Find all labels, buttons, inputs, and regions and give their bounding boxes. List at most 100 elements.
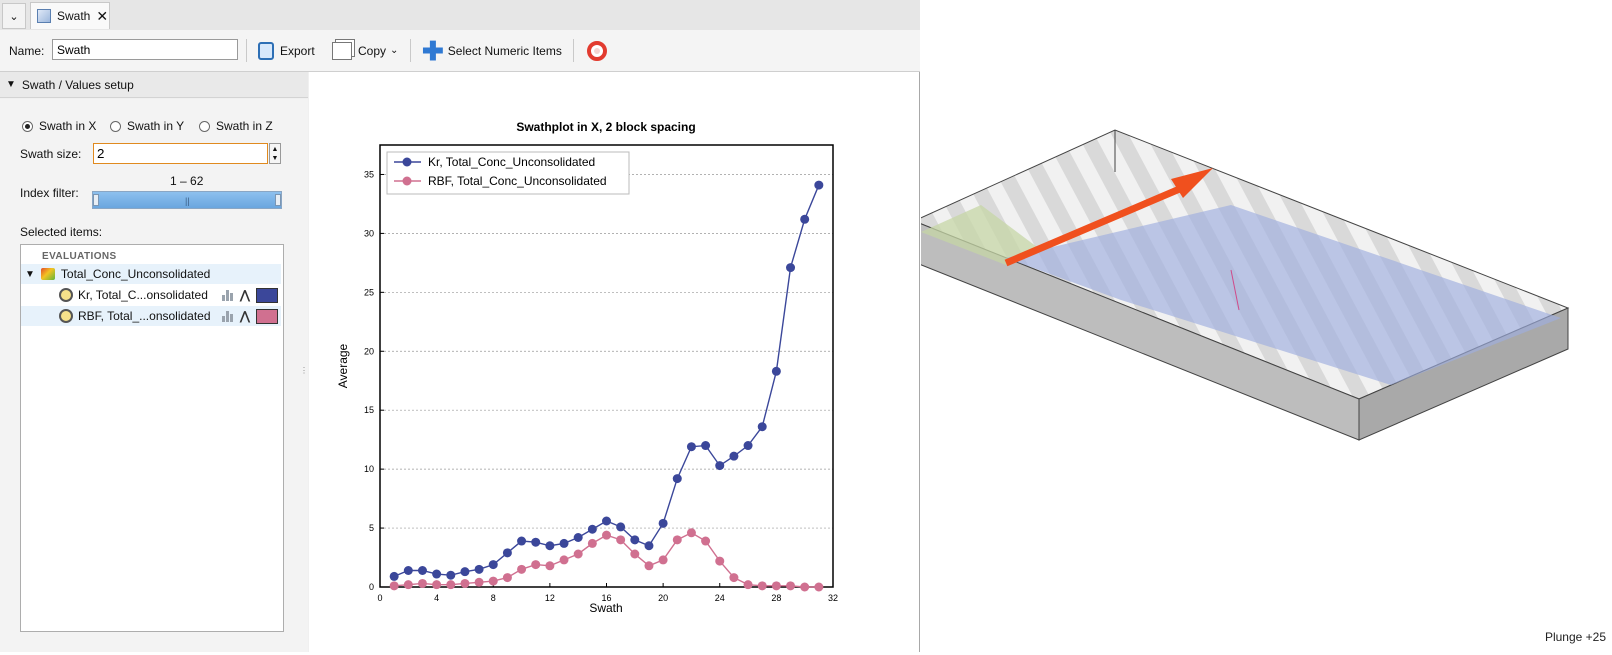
data-point: [545, 541, 555, 551]
expand-triangle-icon[interactable]: ▼: [25, 269, 35, 280]
swath-panel: ⌄ Swath ✕ Name: Export Copy ⌄ ✚ Select N…: [0, 0, 920, 652]
swath-size-input[interactable]: [93, 143, 268, 164]
plus-icon: ✚: [422, 35, 444, 66]
slider-handle-min[interactable]: [93, 194, 99, 206]
block-model-scene: [912, 129, 1570, 441]
export-button[interactable]: Export: [258, 30, 315, 71]
tab-title: Swath: [57, 9, 91, 23]
x-tick-label: 24: [715, 593, 725, 603]
data-point: [517, 536, 527, 546]
data-point: [686, 528, 696, 538]
data-point: [488, 576, 498, 586]
data-point: [786, 263, 796, 273]
radio-swath-z[interactable]: Swath in Z: [199, 119, 273, 133]
data-point: [417, 565, 427, 575]
x-tick-label: 4: [434, 593, 439, 603]
slider-grip-icon: ||: [185, 196, 190, 206]
swath-size-label: Swath size:: [20, 147, 82, 161]
data-point: [814, 582, 824, 592]
y-tick-label: 10: [364, 464, 374, 474]
copy-label: Copy: [358, 43, 387, 58]
toolbar: Name: Export Copy ⌄ ✚ Select Numeric Ite…: [0, 30, 920, 72]
section-header[interactable]: ▼ Swath / Values setup: [0, 72, 308, 98]
x-tick-label: 32: [828, 593, 838, 603]
tab-swath[interactable]: Swath ✕: [30, 2, 110, 29]
legend-marker-kr: [402, 157, 412, 167]
data-point: [531, 560, 541, 570]
chart-title: Swathplot in X, 2 block spacing: [516, 120, 695, 134]
data-point: [573, 549, 583, 559]
data-point: [587, 538, 597, 548]
index-filter-slider[interactable]: ||: [92, 191, 282, 209]
help-lifebuoy-icon: [587, 40, 607, 61]
tree-category-label: EVALUATIONS: [42, 251, 117, 262]
data-point: [616, 522, 626, 532]
data-point: [531, 537, 541, 547]
close-icon[interactable]: ✕: [96, 8, 108, 25]
slider-handle-max[interactable]: [275, 194, 281, 206]
data-point: [446, 570, 456, 580]
tree-item-parent[interactable]: ▼ Total_Conc_Unconsolidated: [21, 264, 281, 284]
tree-item-label: Total_Conc_Unconsolidated: [60, 267, 211, 281]
x-tick-label: 16: [601, 593, 611, 603]
tree-item-label: Kr, Total_C...onsolidated: [78, 288, 208, 302]
radio-swath-y[interactable]: Swath in Y: [110, 119, 184, 133]
color-swatch[interactable]: [255, 287, 278, 303]
chevron-down-icon: ⌄: [390, 45, 399, 56]
data-point: [559, 555, 569, 565]
radio-dot: [199, 120, 210, 132]
chart-area: Swathplot in X, 2 block spacing Swath Av…: [309, 72, 919, 652]
copy-button[interactable]: Copy ⌄: [332, 30, 398, 71]
radio-dot: [22, 120, 33, 132]
data-point: [432, 580, 442, 590]
3d-viewer[interactable]: Plunge +25: [912, 0, 1612, 652]
tab-bar: ⌄ Swath ✕: [0, 0, 920, 31]
splitter-grip-icon[interactable]: ⋮: [300, 366, 308, 375]
data-point: [432, 569, 442, 579]
select-numeric-items-button[interactable]: ✚ Select Numeric Items: [422, 30, 562, 71]
select-numeric-items-label: Select Numeric Items: [447, 43, 562, 58]
data-point: [403, 565, 413, 575]
swath-size-spinner[interactable]: ▲ ▼: [269, 143, 281, 164]
data-series: [389, 180, 824, 592]
y-axis-label: Average: [336, 343, 350, 388]
spin-up-icon[interactable]: ▲: [272, 145, 279, 154]
toolbar-separator: [410, 39, 411, 62]
section-title: Swath / Values setup: [21, 77, 134, 92]
x-tick-label: 8: [491, 593, 496, 603]
block-model-icon: [37, 9, 51, 23]
data-point: [743, 441, 753, 451]
name-input[interactable]: [52, 39, 238, 60]
evaluation-icon: [40, 268, 55, 280]
data-point: [757, 581, 767, 591]
radio-label: Swath in Z: [216, 119, 273, 133]
data-point: [729, 573, 739, 583]
data-point: [644, 561, 654, 571]
radio-swath-x[interactable]: Swath in X: [22, 119, 96, 133]
color-swatch[interactable]: [255, 308, 278, 324]
tree-item-rbf[interactable]: RBF, Total_...onsolidated ⋀: [21, 306, 281, 326]
plunge-readout: Plunge +25: [1544, 630, 1606, 644]
x-tick-label: 0: [377, 593, 382, 603]
tree-item-kr[interactable]: Kr, Total_C...onsolidated ⋀: [21, 285, 281, 305]
data-point: [800, 214, 810, 224]
data-point: [757, 422, 767, 432]
legend-marker-rbf: [402, 176, 412, 186]
tab-dropdown-button[interactable]: ⌄: [2, 3, 26, 29]
histogram-icon[interactable]: [222, 310, 234, 322]
data-point: [502, 573, 512, 583]
export-icon: [258, 41, 274, 60]
line-chart-icon[interactable]: ⋀: [240, 288, 250, 302]
data-point: [658, 555, 668, 565]
help-button[interactable]: [587, 30, 607, 71]
data-point: [771, 581, 781, 591]
x-tick-label: 20: [658, 593, 668, 603]
data-point: [403, 580, 413, 590]
index-range-text: 1 – 62: [170, 174, 204, 188]
data-point: [715, 556, 725, 566]
data-point: [786, 581, 796, 591]
histogram-icon[interactable]: [222, 289, 234, 301]
line-chart-icon[interactable]: ⋀: [240, 309, 250, 323]
spin-down-icon[interactable]: ▼: [272, 154, 279, 163]
y-tick-label: 20: [364, 346, 374, 356]
